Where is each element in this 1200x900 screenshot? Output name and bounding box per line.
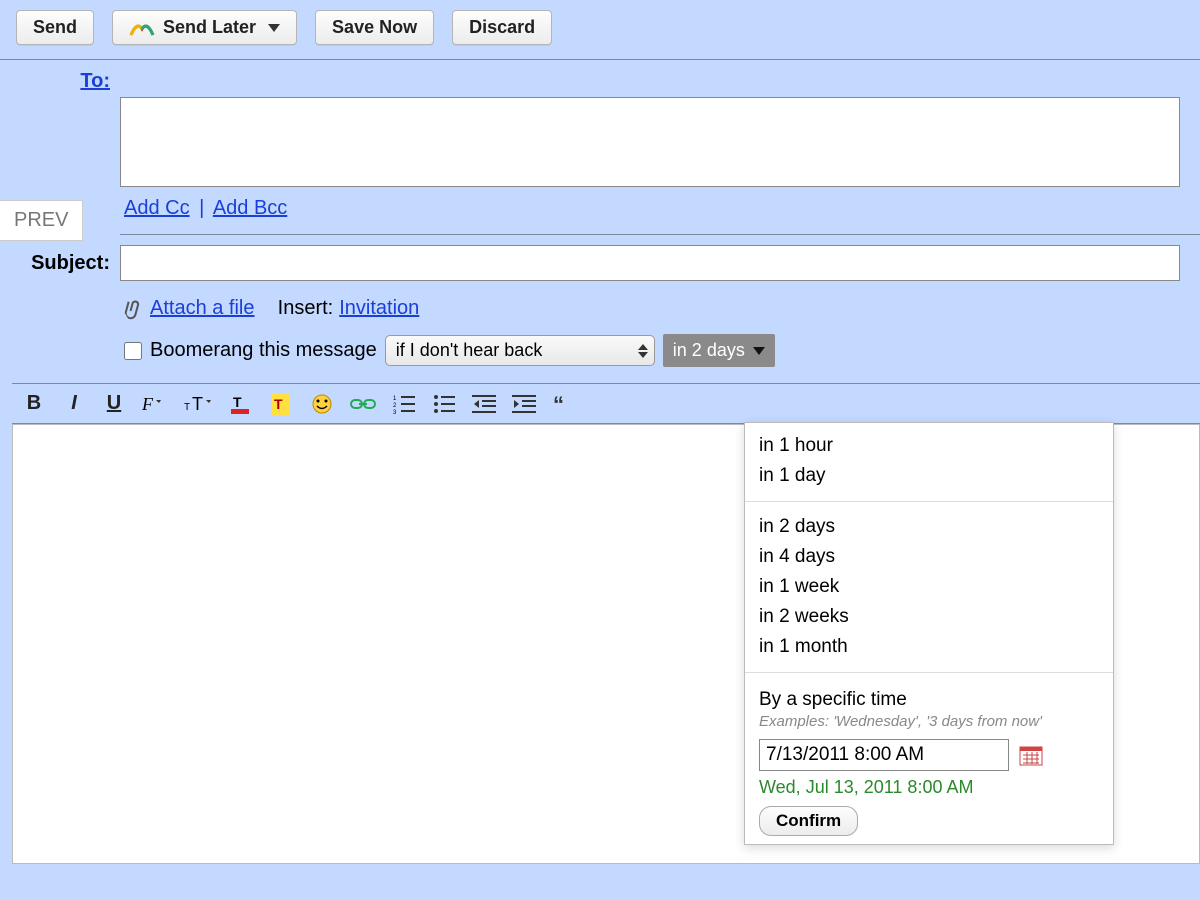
divider — [745, 672, 1113, 673]
to-link[interactable]: To: — [80, 70, 110, 92]
outdent-button[interactable] — [472, 394, 496, 414]
svg-text:T: T — [192, 394, 203, 414]
attach-file-link[interactable]: Attach a file — [150, 297, 255, 320]
invitation-link[interactable]: Invitation — [339, 297, 419, 320]
confirm-button[interactable]: Confirm — [759, 806, 858, 836]
text-color-button[interactable]: T — [230, 393, 254, 415]
svg-text:F: F — [142, 394, 154, 414]
indent-button[interactable] — [512, 394, 536, 414]
svg-text:3: 3 — [393, 410, 397, 414]
boomerang-condition-select[interactable]: if I don't hear back — [385, 335, 655, 366]
time-option[interactable]: in 1 month — [759, 632, 1099, 662]
bullet-list-button[interactable] — [432, 394, 456, 414]
discard-button[interactable]: Discard — [452, 10, 552, 45]
svg-text:2: 2 — [393, 403, 397, 409]
chevron-down-icon — [268, 24, 280, 32]
boomerang-checkbox[interactable] — [124, 342, 142, 360]
format-toolbar: B I U F TT T T 123 “ — [12, 383, 1200, 424]
time-option[interactable]: in 1 hour — [759, 431, 1099, 461]
boomerang-label: Boomerang this message — [150, 339, 377, 362]
emoji-button[interactable] — [310, 393, 334, 415]
boomerang-icon — [129, 19, 155, 37]
boomerang-row: Boomerang this message if I don't hear b… — [120, 330, 1200, 377]
svg-text:T: T — [274, 396, 283, 412]
svg-text:1: 1 — [393, 396, 397, 402]
to-input[interactable] — [120, 97, 1180, 187]
attach-row: Attach a file Insert: Invitation — [120, 291, 1200, 330]
boomerang-time-button[interactable]: in 2 days — [663, 334, 775, 367]
bold-button[interactable]: B — [22, 392, 46, 415]
cc-separator: | — [199, 197, 204, 219]
quote-button[interactable]: “ — [552, 394, 576, 414]
send-later-button[interactable]: Send Later — [112, 10, 297, 45]
specific-time-group: By a specific time Examples: 'Wednesday'… — [745, 675, 1113, 844]
link-button[interactable] — [350, 395, 376, 413]
time-option[interactable]: in 1 day — [759, 461, 1099, 491]
subject-label: Subject: — [0, 252, 120, 275]
prev-tab[interactable]: PREV — [0, 200, 83, 241]
select-stepper-icon — [638, 344, 648, 358]
boomerang-condition-value: if I don't hear back — [396, 340, 543, 360]
font-size-button[interactable]: TT — [184, 394, 214, 414]
underline-button[interactable]: U — [102, 392, 126, 415]
svg-text:T: T — [184, 402, 190, 413]
save-now-button[interactable]: Save Now — [315, 10, 434, 45]
specific-time-examples: Examples: 'Wednesday', '3 days from now' — [759, 711, 1099, 739]
send-button[interactable]: Send — [16, 10, 94, 45]
insert-label: Insert: — [278, 297, 334, 320]
to-label: To: — [0, 60, 120, 93]
subject-input[interactable] — [120, 245, 1180, 281]
cc-bcc-row: Add Cc | Add Bcc — [120, 187, 1200, 235]
to-section: To: PREV — [0, 60, 1200, 187]
highlight-button[interactable]: T — [270, 393, 294, 415]
add-cc-link[interactable]: Add Cc — [124, 197, 190, 219]
compose-toolbar: Send Send Later Save Now Discard — [0, 0, 1200, 60]
time-dropdown: in 1 hour in 1 day in 2 days in 4 days i… — [744, 422, 1114, 845]
boomerang-time-label: in 2 days — [673, 340, 745, 361]
divider — [745, 501, 1113, 502]
subject-row: Subject: — [0, 235, 1200, 291]
time-option[interactable]: in 4 days — [759, 542, 1099, 572]
send-later-label: Send Later — [163, 17, 256, 38]
time-option[interactable]: in 2 days — [759, 512, 1099, 542]
time-option[interactable]: in 2 weeks — [759, 602, 1099, 632]
paperclip-icon — [120, 295, 147, 322]
numbered-list-button[interactable]: 123 — [392, 394, 416, 414]
chevron-down-icon — [753, 347, 765, 355]
font-button[interactable]: F — [142, 394, 168, 414]
specific-time-input[interactable] — [759, 739, 1009, 771]
time-option[interactable]: in 1 week — [759, 572, 1099, 602]
calendar-icon[interactable] — [1019, 744, 1043, 766]
italic-button[interactable]: I — [62, 392, 86, 415]
time-group-1: in 1 hour in 1 day — [745, 423, 1113, 499]
time-group-2: in 2 days in 4 days in 1 week in 2 weeks… — [745, 504, 1113, 670]
parsed-date-label: Wed, Jul 13, 2011 8:00 AM — [759, 771, 1099, 806]
add-bcc-link[interactable]: Add Bcc — [213, 197, 287, 219]
svg-text:T: T — [233, 394, 242, 410]
specific-time-title: By a specific time — [759, 683, 1099, 711]
svg-text:“: “ — [553, 394, 564, 414]
